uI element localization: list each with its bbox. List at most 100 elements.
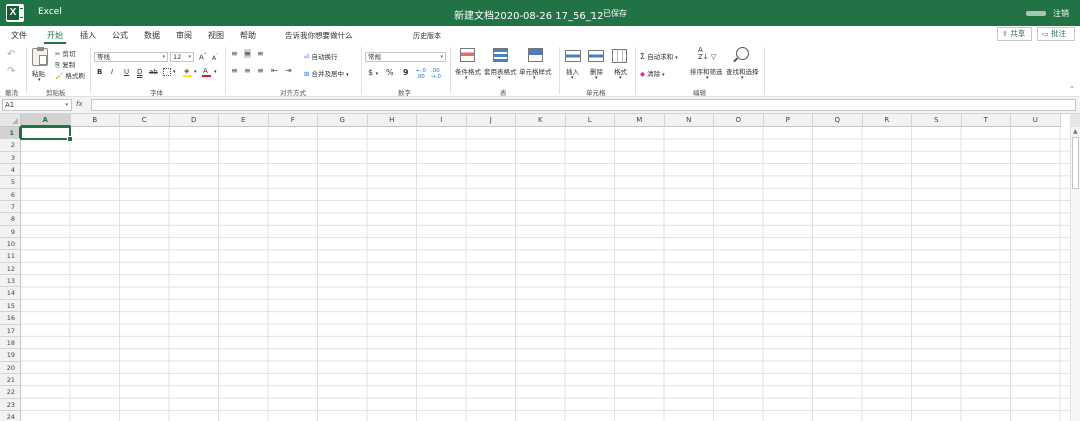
row-header[interactable]: 16 bbox=[0, 312, 21, 325]
insert-cells-icon[interactable] bbox=[565, 50, 581, 62]
increase-indent-icon[interactable]: ⇥ bbox=[285, 66, 292, 75]
row-header[interactable]: 15 bbox=[0, 299, 21, 313]
conditional-format-icon[interactable] bbox=[460, 48, 475, 62]
name-box[interactable]: A1 ▾ bbox=[2, 99, 72, 111]
paste-dropdown-icon[interactable]: ▾ bbox=[38, 77, 41, 83]
row-header[interactable]: 22 bbox=[0, 386, 21, 399]
align-top-icon[interactable]: ≡ bbox=[231, 49, 238, 58]
comma-style-button[interactable]: 9 bbox=[403, 68, 409, 77]
column-header[interactable]: I bbox=[417, 114, 467, 127]
signout-link[interactable]: 注销 bbox=[1053, 8, 1069, 19]
row-header[interactable]: 5 bbox=[0, 176, 21, 189]
tab-help[interactable]: 帮助 bbox=[240, 30, 256, 41]
row-header[interactable]: 24 bbox=[0, 410, 21, 421]
row-header[interactable]: 10 bbox=[0, 238, 21, 251]
column-header[interactable]: B bbox=[70, 114, 120, 127]
column-header[interactable]: M bbox=[615, 114, 665, 127]
shrink-font-button[interactable]: Aˇ bbox=[212, 53, 218, 62]
column-header[interactable]: G bbox=[318, 114, 368, 127]
chevron-down-icon[interactable]: ▾ bbox=[465, 75, 468, 81]
tab-formulas[interactable]: 公式 bbox=[112, 30, 128, 41]
row-header[interactable]: 21 bbox=[0, 373, 21, 387]
row-header[interactable]: 6 bbox=[0, 188, 21, 202]
chevron-down-icon[interactable]: ▾ bbox=[194, 69, 197, 75]
cell-area[interactable] bbox=[21, 127, 1070, 421]
redo-icon[interactable]: ↷ bbox=[7, 66, 15, 77]
underline-button[interactable]: U bbox=[124, 68, 129, 76]
chevron-down-icon[interactable]: ▾ bbox=[619, 75, 622, 81]
tab-home[interactable]: 开始 bbox=[47, 30, 63, 41]
column-header[interactable]: K bbox=[516, 114, 566, 127]
column-header[interactable]: S bbox=[912, 114, 962, 127]
decrease-decimal-icon[interactable]: .00 →.0 bbox=[431, 68, 441, 80]
chevron-down-icon[interactable]: ▾ bbox=[741, 75, 744, 81]
paste-icon[interactable] bbox=[32, 47, 48, 66]
row-header[interactable]: 9 bbox=[0, 225, 21, 239]
row-header[interactable]: 1 bbox=[0, 127, 21, 140]
row-header[interactable]: 4 bbox=[0, 164, 21, 177]
column-header[interactable]: R bbox=[862, 114, 912, 127]
chevron-down-icon[interactable]: ▾ bbox=[533, 75, 536, 81]
format-cells-icon[interactable] bbox=[612, 49, 627, 63]
format-as-table-icon[interactable] bbox=[493, 48, 508, 62]
formula-input[interactable] bbox=[91, 99, 1076, 111]
column-header[interactable]: F bbox=[268, 114, 318, 127]
column-header[interactable]: E bbox=[219, 114, 269, 127]
column-header[interactable]: P bbox=[763, 114, 813, 127]
autosum-button[interactable]: Σ 自动求和 ▾ bbox=[640, 51, 678, 61]
strikethrough-button[interactable]: ab bbox=[149, 68, 158, 76]
scrollbar-thumb[interactable] bbox=[1072, 137, 1079, 189]
collapse-ribbon-icon[interactable]: ⌃ bbox=[1069, 85, 1075, 93]
row-header[interactable]: 18 bbox=[0, 336, 21, 350]
insert-function-icon[interactable]: fx bbox=[76, 100, 83, 108]
column-header[interactable]: T bbox=[961, 114, 1011, 127]
column-header[interactable]: L bbox=[565, 114, 615, 127]
format-painter-button[interactable]: 🖌 格式刷 bbox=[55, 70, 85, 80]
chevron-down-icon[interactable]: ▾ bbox=[214, 69, 217, 75]
select-all-button[interactable] bbox=[0, 114, 21, 127]
column-header[interactable]: D bbox=[169, 114, 219, 127]
scroll-up-icon[interactable]: ▲ bbox=[1073, 128, 1078, 135]
row-header[interactable]: 14 bbox=[0, 287, 21, 300]
chevron-down-icon[interactable]: ▾ bbox=[173, 69, 176, 75]
column-header[interactable]: Q bbox=[813, 114, 863, 127]
column-header[interactable]: O bbox=[714, 114, 764, 127]
merge-center-button[interactable]: ⊞ 合并及居中 ▾ bbox=[304, 68, 349, 78]
chevron-down-icon[interactable]: ▾ bbox=[571, 75, 574, 81]
column-header[interactable]: H bbox=[367, 114, 417, 127]
worksheet-grid[interactable]: ABCDEFGHIJKLMNOPQRSTU 1 2 3 4 5 6 7 8 9 10 11 12 13 1… bbox=[0, 114, 1070, 421]
align-left-icon[interactable]: ≡ bbox=[231, 66, 238, 75]
grow-font-button[interactable]: A^ bbox=[199, 52, 207, 61]
chevron-down-icon[interactable]: ▾ bbox=[706, 75, 709, 81]
tab-file[interactable]: 文件 bbox=[11, 30, 27, 41]
font-color-icon[interactable]: A bbox=[202, 67, 211, 77]
cut-button[interactable]: ✂ 剪切 bbox=[55, 48, 76, 58]
percent-button[interactable]: % bbox=[386, 68, 394, 77]
column-header[interactable]: U bbox=[1011, 114, 1061, 127]
font-size-select[interactable]: 12 ▾ bbox=[170, 52, 194, 62]
column-header[interactable]: N bbox=[664, 114, 714, 127]
row-header[interactable]: 13 bbox=[0, 275, 21, 288]
row-header[interactable]: 11 bbox=[0, 250, 21, 263]
document-title[interactable]: 新建文档2020-08-26 17_56_12 bbox=[454, 7, 603, 22]
undo-icon[interactable]: ↶ bbox=[7, 49, 15, 60]
font-name-select[interactable]: 等线 ▾ bbox=[94, 52, 168, 62]
vertical-scrollbar[interactable]: ▲ bbox=[1070, 127, 1080, 421]
chevron-down-icon[interactable]: ▾ bbox=[498, 75, 501, 81]
cell-styles-icon[interactable] bbox=[528, 48, 543, 62]
bold-button[interactable]: B bbox=[97, 68, 102, 76]
column-header[interactable]: C bbox=[120, 114, 170, 127]
chevron-down-icon[interactable]: ▾ bbox=[595, 75, 598, 81]
decrease-indent-icon[interactable]: ⇤ bbox=[271, 66, 278, 75]
copy-button[interactable]: ⎘ 复制 bbox=[55, 59, 75, 70]
row-header[interactable]: 12 bbox=[0, 262, 21, 276]
row-header[interactable]: 8 bbox=[0, 213, 21, 226]
align-right-icon[interactable]: ≡ bbox=[257, 66, 264, 75]
fill-color-icon[interactable]: ◈ bbox=[183, 67, 192, 77]
double-underline-button[interactable]: D bbox=[137, 68, 142, 76]
row-header[interactable]: 19 bbox=[0, 349, 21, 362]
tab-data[interactable]: 数据 bbox=[144, 30, 160, 41]
row-header[interactable]: 20 bbox=[0, 361, 21, 374]
active-cell[interactable] bbox=[20, 126, 73, 142]
conditional-format-button[interactable]: 条件格式 bbox=[455, 66, 481, 76]
